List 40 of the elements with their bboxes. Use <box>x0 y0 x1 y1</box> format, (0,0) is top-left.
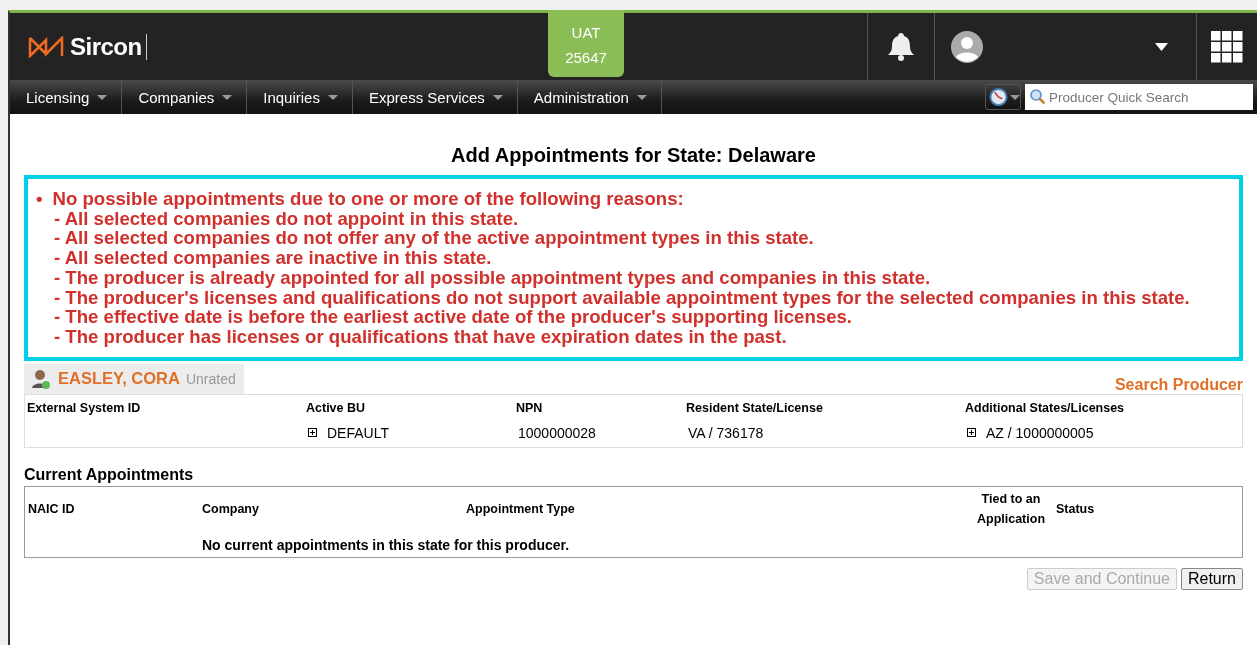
field-value: DEFAULT <box>327 424 389 441</box>
caret-icon[interactable] <box>1155 42 1168 51</box>
nav-menu[interactable]: Licensing <box>10 80 123 114</box>
column-header: NAIC ID <box>28 501 76 516</box>
field-label: Active BU <box>306 400 367 415</box>
clock-icon <box>989 87 1008 107</box>
field-label: Resident State/License <box>686 400 824 415</box>
avatar-icon[interactable] <box>951 30 983 63</box>
history-button[interactable] <box>985 84 1021 110</box>
bell-icon[interactable] <box>886 30 916 63</box>
expand-icon[interactable] <box>967 428 976 438</box>
producer-icon <box>30 367 52 390</box>
logo-icon <box>28 35 64 58</box>
environment-badge: UAT 25647 <box>548 10 624 77</box>
empty-message: No current appointments in this state for this producer. <box>202 536 571 553</box>
field-value: AZ / 1000000005 <box>986 424 1094 441</box>
field-value: VA / 736178 <box>688 424 764 441</box>
nav-menu[interactable]: Inquiries <box>247 80 353 114</box>
section-title: Current Appointments <box>24 465 195 484</box>
producer-rating: Unrated <box>185 370 236 387</box>
field-label: Additional States/Licenses <box>965 400 1126 415</box>
error-message: • No possible appointments due to one or more of the following reasons: - All selected companies do not appoint in this state. - All selected companies do not offer any of the active appointment types in this state. - All selected companies are inactive in this state. - The producer is already appointed for all possible appointment types and companies in this state. - The producer's licenses and qualifications do not support available appointment types for the selected companies in this state. - The effective date is before the earliest active date of the producer's supporting licenses. - The producer has licenses or qualifications that have expiration dates in the past. <box>24 175 1243 361</box>
nav-menu[interactable]: Administration <box>517 80 662 114</box>
field-value: 1000000028 <box>518 424 596 441</box>
search-icon <box>1029 88 1046 105</box>
expand-icon[interactable] <box>308 428 317 438</box>
logo-text: Sircon <box>70 33 147 60</box>
field-label: NPN <box>516 400 544 415</box>
nav-menu[interactable]: Companies <box>122 80 248 114</box>
producer-name: EASLEY, CORA <box>58 369 180 389</box>
apps-grid-icon[interactable] <box>1211 30 1243 63</box>
quick-search-field[interactable]: Producer Quick Search <box>1025 84 1253 110</box>
field-label: External System ID <box>27 400 142 415</box>
column-header: Status <box>1056 501 1096 516</box>
page-title: Add Appointments for State: Delaware <box>450 144 817 167</box>
column-header: Company <box>202 501 260 516</box>
nav-menu[interactable]: Express Services <box>352 80 518 114</box>
action-button[interactable]: Return <box>1180 567 1243 590</box>
column-header: Appointment Type <box>466 501 576 516</box>
column-header: Tied to an Application <box>975 490 1047 528</box>
